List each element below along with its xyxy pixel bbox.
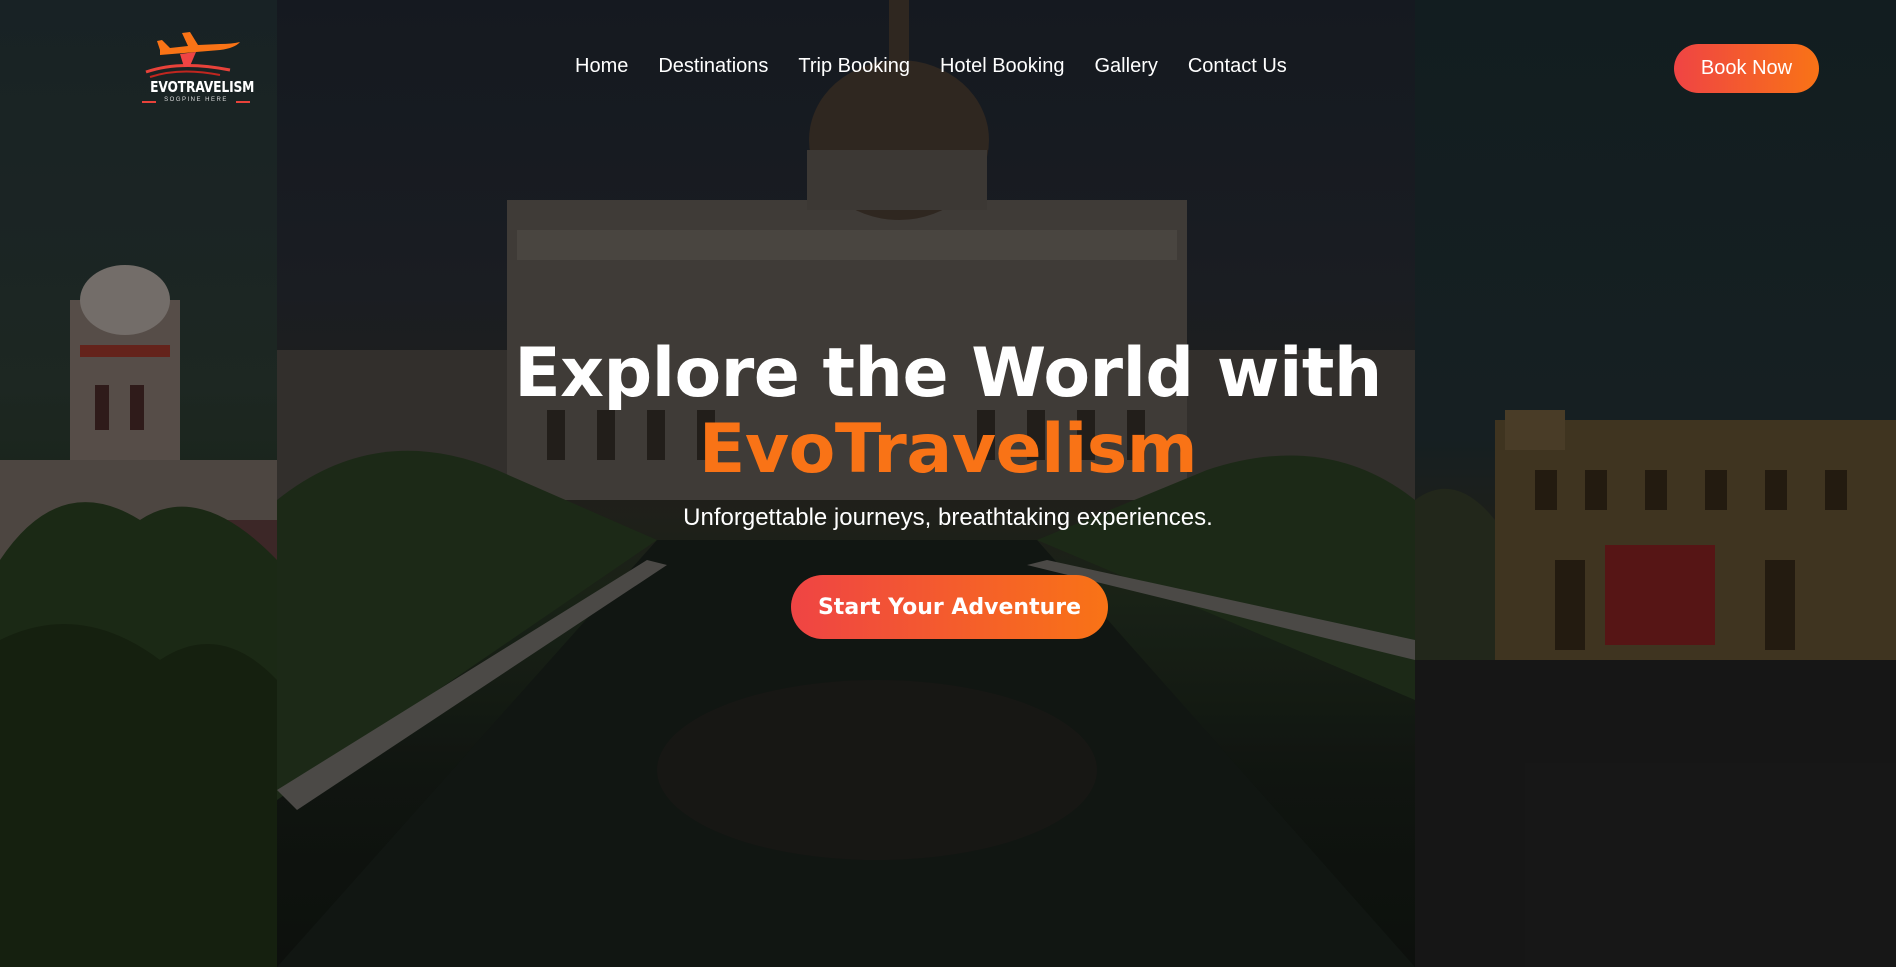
nav-contact-us[interactable]: Contact Us — [1188, 55, 1287, 78]
logo-divider-right — [236, 101, 250, 103]
brand-name: EVOTRAVELISM — [150, 78, 255, 96]
main-nav: Home Destinations Trip Booking Hotel Boo… — [575, 55, 1317, 78]
start-adventure-button[interactable]: Start Your Adventure — [791, 575, 1108, 639]
nav-home[interactable]: Home — [575, 55, 628, 78]
hero-brand-headline: EvoTravelism — [698, 410, 1198, 489]
book-now-button[interactable]: Book Now — [1674, 44, 1819, 93]
hero-subtitle: Unforgettable journeys, breathtaking exp… — [683, 504, 1213, 531]
nav-trip-booking[interactable]: Trip Booking — [798, 55, 910, 78]
nav-destinations[interactable]: Destinations — [658, 55, 768, 78]
brand-logo[interactable]: EVOTRAVELISM SOGPINE HERE — [140, 30, 255, 110]
hero-headline: Explore the World with — [514, 334, 1382, 413]
nav-hotel-booking[interactable]: Hotel Booking — [940, 55, 1065, 78]
nav-gallery[interactable]: Gallery — [1095, 55, 1158, 78]
airplane-icon — [145, 32, 240, 78]
